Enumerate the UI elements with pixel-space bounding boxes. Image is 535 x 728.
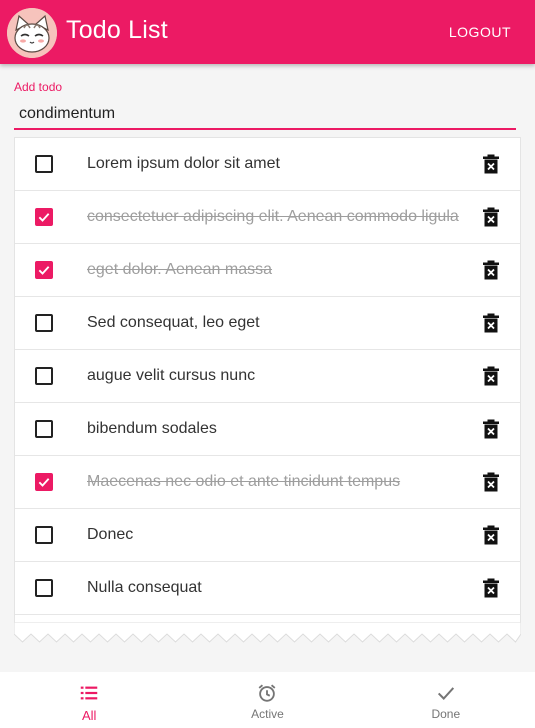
todo-row: Donec [15,509,520,562]
delete-icon[interactable] [482,472,500,492]
todo-row: Maecenas nec odio et ante tincidunt temp… [15,456,520,509]
logout-button[interactable]: LOGOUT [449,24,511,40]
todo-text: augue velit cursus nunc [87,367,256,384]
todo-row: consectetuer adipiscing elit. Aenean com… [15,191,520,244]
todo-row: bibendum sodales [15,403,520,456]
delete-icon[interactable] [482,207,500,227]
delete-icon[interactable] [482,366,500,386]
todo-checkbox[interactable] [35,367,53,385]
todo-row: Lorem ipsum dolor sit amet [15,138,520,191]
delete-icon[interactable] [482,419,500,439]
todo-checkbox[interactable] [35,261,53,279]
nav-active[interactable]: Active [178,672,356,728]
checkmark-icon [38,213,50,222]
todo-text: Donec [87,526,134,543]
todo-checkbox[interactable] [35,579,53,597]
checkmark-icon [38,478,50,487]
delete-icon[interactable] [482,578,500,598]
todo-row: Sed consequat, leo eget [15,297,520,350]
todo-row: augue velit cursus nunc [15,350,520,403]
check-icon [437,687,454,700]
add-todo-label: Add todo [14,80,63,94]
avatar [7,8,57,58]
list-icon [80,686,98,700]
todo-text: eget dolor. Aenean massa [87,261,273,278]
todo-row: eget dolor. Aenean massa [15,244,520,297]
todo-text: consectetuer adipiscing elit. Aenean com… [87,208,459,225]
delete-icon[interactable] [482,525,500,545]
todo-text: bibendum sodales [87,420,217,437]
checkmark-icon [38,266,50,275]
todo-text: Maecenas nec odio et ante tincidunt temp… [87,473,401,490]
todo-checkbox[interactable] [35,208,53,226]
list-zigzag-edge [14,622,521,643]
todo-list: Lorem ipsum dolor sit amet consectetuer a… [14,137,521,622]
todo-text: Lorem ipsum dolor sit amet [87,155,280,172]
bottom-navigation: All Active Done [0,672,535,728]
delete-icon[interactable] [482,260,500,280]
add-todo-input[interactable] [14,100,516,130]
todo-row: Nulla consequat [15,562,520,615]
nav-all[interactable]: All [0,672,178,728]
add-todo-section: Add todo [14,80,516,130]
nav-active-label: Active [251,707,284,721]
delete-icon[interactable] [482,154,500,174]
todo-checkbox[interactable] [35,420,53,438]
alarm-clock-icon [259,684,276,702]
app-title: Todo List [66,16,168,44]
nav-done-label: Done [431,707,461,721]
nav-all-label: All [81,708,97,723]
nav-done[interactable]: Done [357,672,535,728]
todo-checkbox[interactable] [35,526,53,544]
app-bar: Todo List LOGOUT [0,0,535,64]
todo-checkbox[interactable] [35,314,53,332]
todo-text: Sed consequat, leo eget [87,314,260,331]
delete-icon[interactable] [482,313,500,333]
todo-checkbox[interactable] [35,473,53,491]
todo-checkbox[interactable] [35,155,53,173]
cat-avatar-icon [7,8,57,58]
todo-text: Nulla consequat [87,579,202,596]
